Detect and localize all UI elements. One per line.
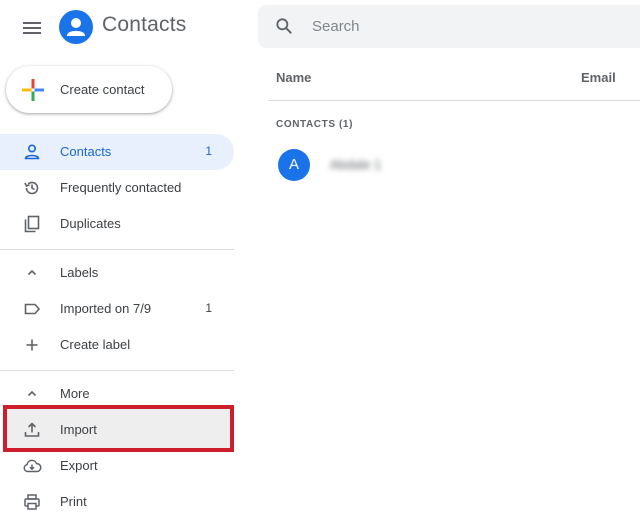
table-row[interactable]: A Abdale 1 bbox=[268, 146, 640, 186]
top-bar: Contacts bbox=[0, 0, 640, 56]
sidebar-item-imported-label[interactable]: Imported on 7/9 1 bbox=[0, 291, 234, 327]
sidebar-item-label: Duplicates bbox=[60, 216, 121, 231]
sidebar-section-header: Labels bbox=[60, 265, 99, 280]
sidebar-divider bbox=[0, 370, 234, 371]
create-contact-label: Create contact bbox=[60, 82, 145, 97]
sidebar-section-header: More bbox=[60, 386, 90, 401]
sidebar-item-contacts[interactable]: Contacts 1 bbox=[0, 134, 234, 170]
upload-icon bbox=[24, 422, 40, 437]
chevron-up-icon bbox=[27, 269, 37, 276]
sidebar-item-label: Print bbox=[60, 494, 87, 509]
create-contact-button[interactable]: Create contact bbox=[6, 66, 172, 113]
sidebar-item-export[interactable]: Export bbox=[0, 448, 234, 484]
table-header-divider bbox=[268, 100, 640, 101]
contacts-logo-icon bbox=[59, 10, 93, 44]
sidebar-item-count: 1 bbox=[205, 144, 212, 158]
label-icon bbox=[24, 303, 41, 315]
search-input[interactable] bbox=[302, 7, 632, 46]
cloud-download-icon bbox=[23, 459, 42, 473]
duplicates-icon bbox=[24, 215, 40, 233]
sidebar-item-frequently-contacted[interactable]: Frequently contacted bbox=[0, 170, 234, 206]
plus-icon bbox=[26, 339, 38, 351]
sidebar-item-label: Contacts bbox=[60, 144, 112, 159]
sidebar-item-print[interactable]: Print bbox=[0, 484, 234, 520]
column-header-email[interactable]: Email bbox=[581, 70, 616, 85]
sidebar-item-import[interactable]: Import bbox=[0, 412, 234, 448]
sidebar-item-create-label[interactable]: Create label bbox=[0, 327, 234, 363]
sidebar-item-label: Frequently contacted bbox=[60, 180, 182, 195]
search-icon[interactable] bbox=[274, 16, 294, 36]
sidebar-item-label: Export bbox=[60, 458, 98, 473]
sidebar-labels-toggle[interactable]: Labels bbox=[0, 255, 234, 291]
print-icon bbox=[24, 494, 40, 510]
colored-plus-icon bbox=[22, 79, 44, 101]
sidebar-item-count: 1 bbox=[205, 301, 212, 315]
person-icon bbox=[24, 144, 40, 160]
sidebar-divider bbox=[0, 249, 234, 250]
sidebar-item-duplicates[interactable]: Duplicates bbox=[0, 206, 234, 242]
chevron-up-icon bbox=[27, 390, 37, 397]
sidebar-more-toggle[interactable]: More bbox=[0, 376, 234, 412]
hamburger-menu-icon[interactable] bbox=[20, 16, 44, 40]
column-header-name[interactable]: Name bbox=[276, 70, 311, 85]
contact-name: Abdale 1 bbox=[330, 157, 382, 172]
sidebar-item-label: Imported on 7/9 bbox=[60, 301, 152, 316]
sidebar-item-label: Import bbox=[60, 422, 97, 437]
app-title: Contacts bbox=[102, 13, 187, 36]
sidebar-item-label: Create label bbox=[60, 337, 131, 352]
history-icon bbox=[24, 181, 39, 195]
contacts-section-label: CONTACTS (1) bbox=[276, 119, 354, 130]
avatar: A bbox=[278, 149, 310, 181]
